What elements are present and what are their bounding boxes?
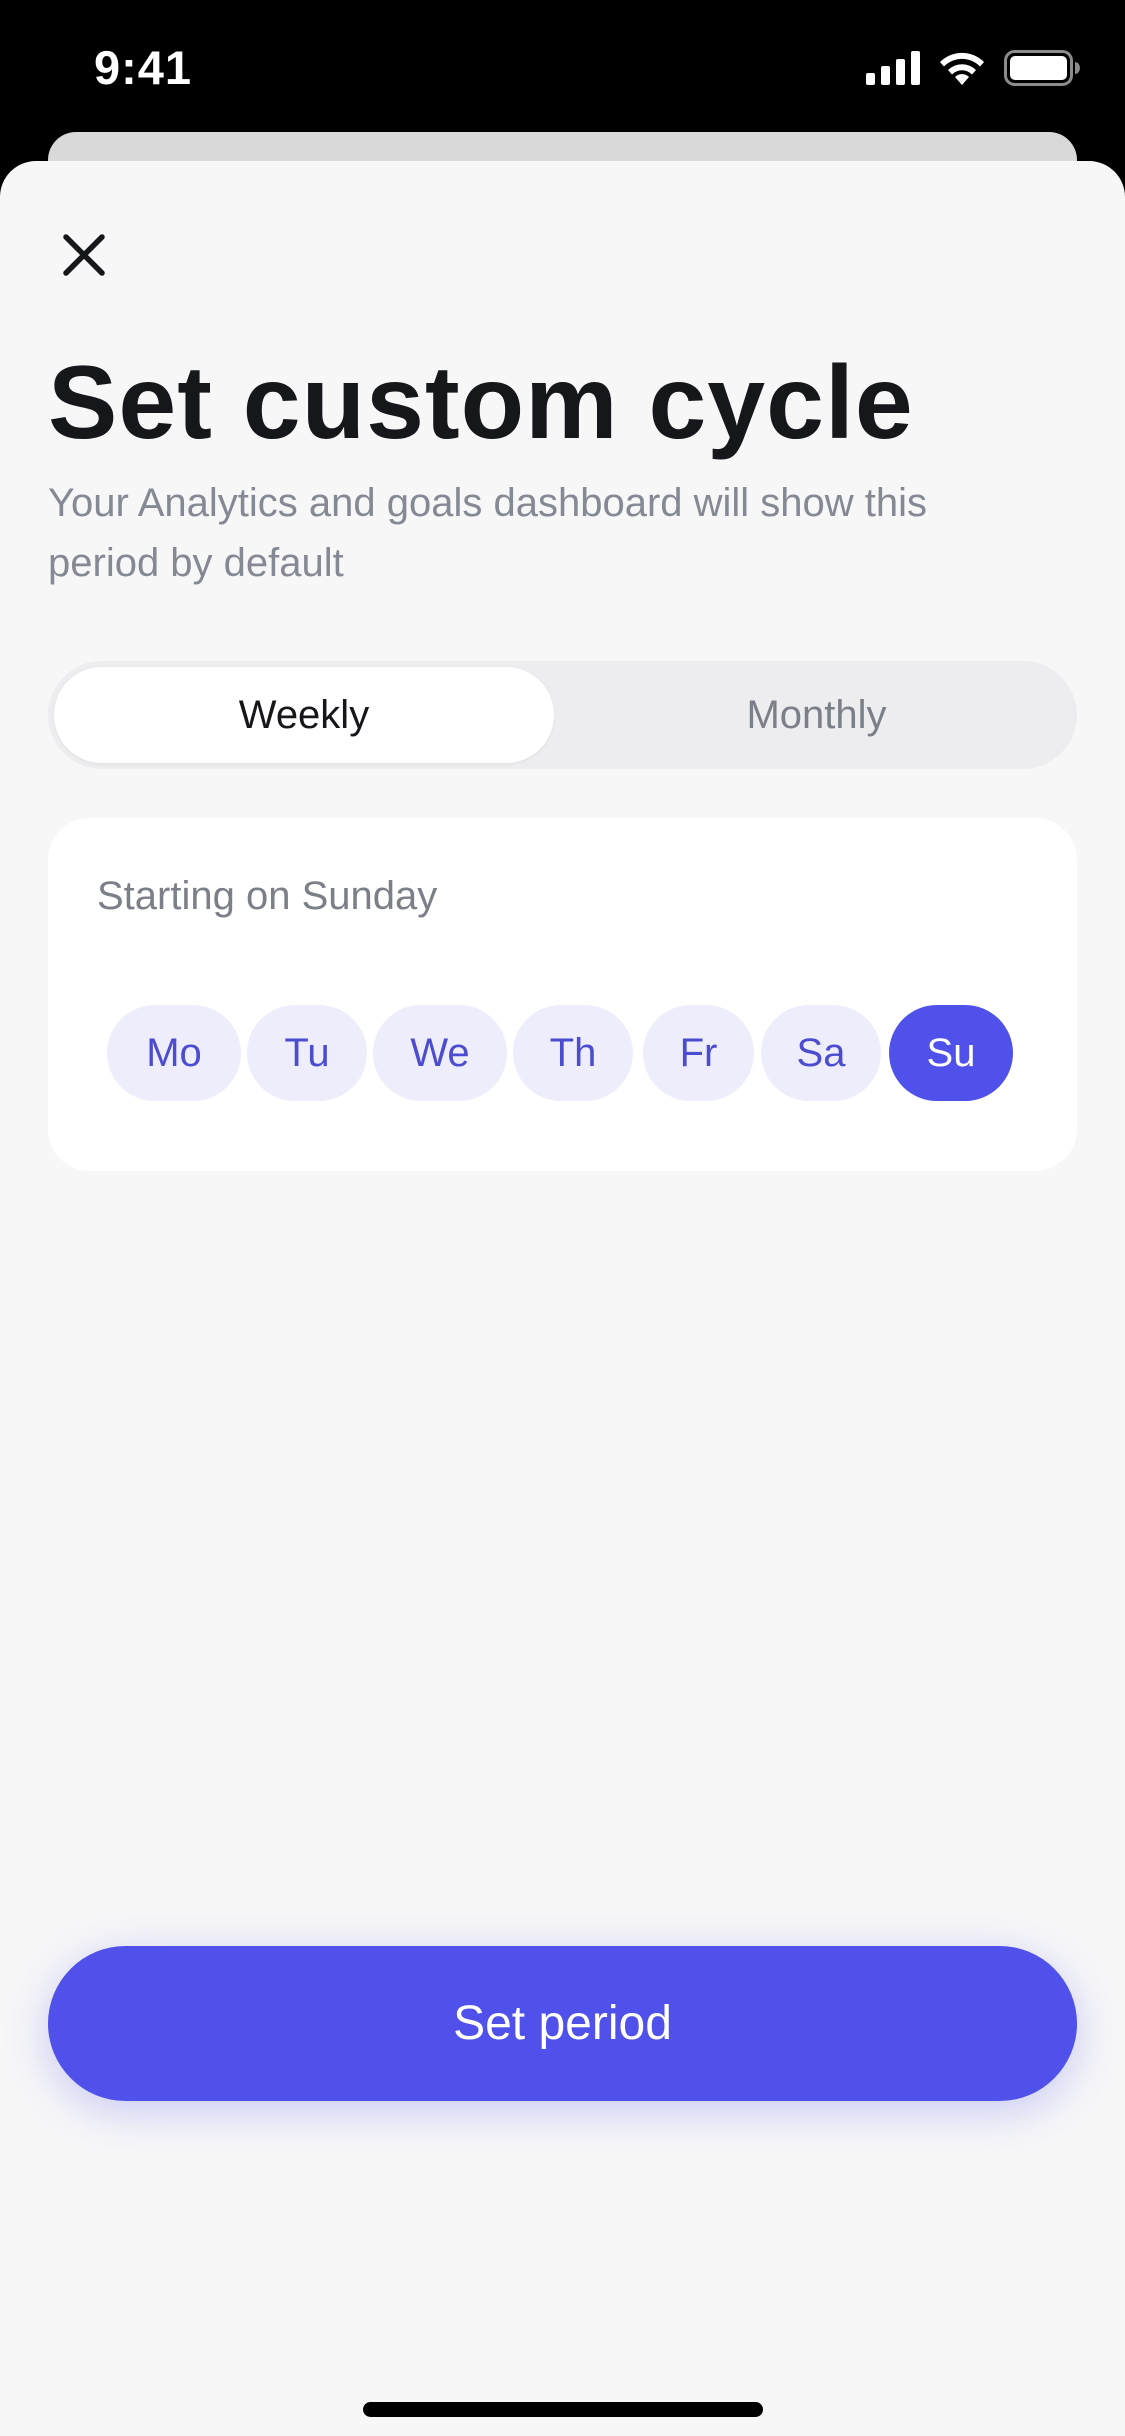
tab-weekly[interactable]: Weekly <box>54 667 554 763</box>
day-pill-sa[interactable]: Sa <box>761 1005 881 1101</box>
page-subtitle: Your Analytics and goals dashboard will … <box>48 481 928 585</box>
day-pill-mo[interactable]: Mo <box>107 1005 241 1101</box>
period-toggle: Weekly Monthly <box>48 661 1077 769</box>
home-indicator <box>363 2402 763 2417</box>
start-day-card: Starting on Sunday Mo Tu We Th Fr Sa Su <box>48 818 1077 1171</box>
close-icon <box>62 233 106 282</box>
start-day-label: Starting on Sunday <box>97 874 438 918</box>
day-pill-tu[interactable]: Tu <box>247 1005 367 1101</box>
status-icons <box>866 49 1080 91</box>
status-bar: 9:41 <box>0 0 1125 132</box>
day-pill-we[interactable]: We <box>373 1005 507 1101</box>
page-title: Set custom cycle <box>48 345 914 461</box>
day-pill-su[interactable]: Su <box>889 1005 1013 1101</box>
close-button[interactable] <box>48 221 120 293</box>
set-period-button[interactable]: Set period <box>48 1946 1077 2101</box>
tab-monthly[interactable]: Monthly <box>562 667 1071 763</box>
battery-icon <box>1004 49 1080 91</box>
wifi-icon <box>938 50 986 91</box>
screen: 9:41 Set custom cycle Your Analytics and… <box>0 0 1125 2436</box>
day-pill-th[interactable]: Th <box>513 1005 633 1101</box>
status-time: 9:41 <box>94 41 193 94</box>
cellular-signal-icon <box>866 50 920 90</box>
day-pill-fr[interactable]: Fr <box>643 1005 754 1101</box>
